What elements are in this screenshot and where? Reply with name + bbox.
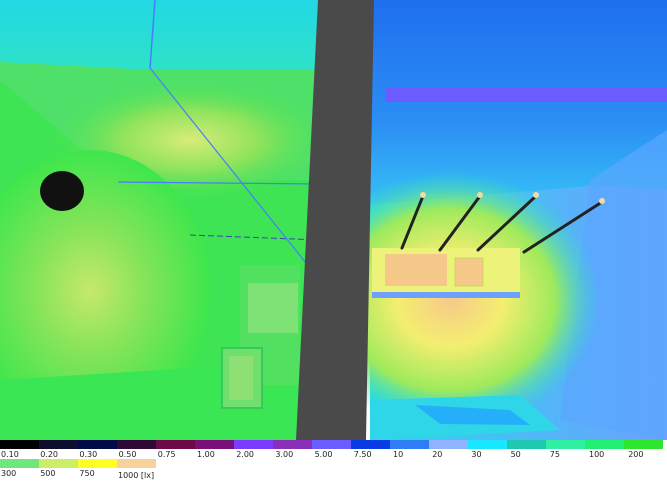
illuminance-legend: 0.10 0.20 0.30 0.50 0.75 1.00 2.00 3.00 5.00 7.50… xyxy=(0,440,667,500)
legend-swatch xyxy=(234,440,273,449)
legend-swatch xyxy=(585,440,624,449)
legend-label: 5.00 xyxy=(314,450,333,459)
legend-swatch xyxy=(351,440,390,449)
legend-swatch xyxy=(0,440,39,449)
legend-label: 0.30 xyxy=(79,450,98,459)
legend-row-1 xyxy=(0,440,663,449)
legend-swatch xyxy=(429,440,468,449)
legend-swatch xyxy=(390,440,429,449)
legend-label: 0.50 xyxy=(118,450,137,459)
legend-label: 0.75 xyxy=(157,450,176,459)
legend-label: 100 xyxy=(589,450,605,459)
legend-label: 750 xyxy=(79,469,95,478)
legend-label: 200 xyxy=(628,450,644,459)
legend-swatch xyxy=(273,440,312,449)
legend-label: 7.50 xyxy=(353,450,372,459)
black-disc xyxy=(40,171,84,211)
legend-label: 300 xyxy=(1,469,17,478)
legend-label: 75 xyxy=(549,450,560,459)
legend-swatch xyxy=(0,459,39,468)
legend-swatch xyxy=(546,440,585,449)
legend-label: 3.00 xyxy=(275,450,294,459)
legend-swatch xyxy=(156,440,195,449)
legend-swatch xyxy=(78,459,117,468)
legend-label: 500 xyxy=(40,469,56,478)
legend-label: 1.00 xyxy=(197,450,215,459)
legend-label: 30 xyxy=(471,450,482,459)
legend-row-2 xyxy=(0,459,156,468)
legend-swatch xyxy=(312,440,351,449)
legend-swatch xyxy=(39,459,78,468)
legend-swatch xyxy=(117,440,156,449)
legend-swatch xyxy=(195,440,234,449)
legend-swatch xyxy=(117,459,156,468)
legend-swatch xyxy=(624,440,663,449)
legend-label: 20 xyxy=(432,450,443,459)
legend-swatch xyxy=(39,440,78,449)
legend-swatch xyxy=(468,440,507,449)
legend-unit-label: 1000 [lx] xyxy=(118,471,155,480)
legend-label: 2.00 xyxy=(236,450,254,459)
legend-swatch xyxy=(507,440,546,449)
legend-label: 0.10 xyxy=(1,450,19,459)
legend-label: 10 xyxy=(393,450,404,459)
legend-label: 50 xyxy=(510,450,521,459)
false-color-render xyxy=(0,0,667,440)
legend-swatch xyxy=(78,440,117,449)
legend-label: 0.20 xyxy=(40,450,58,459)
